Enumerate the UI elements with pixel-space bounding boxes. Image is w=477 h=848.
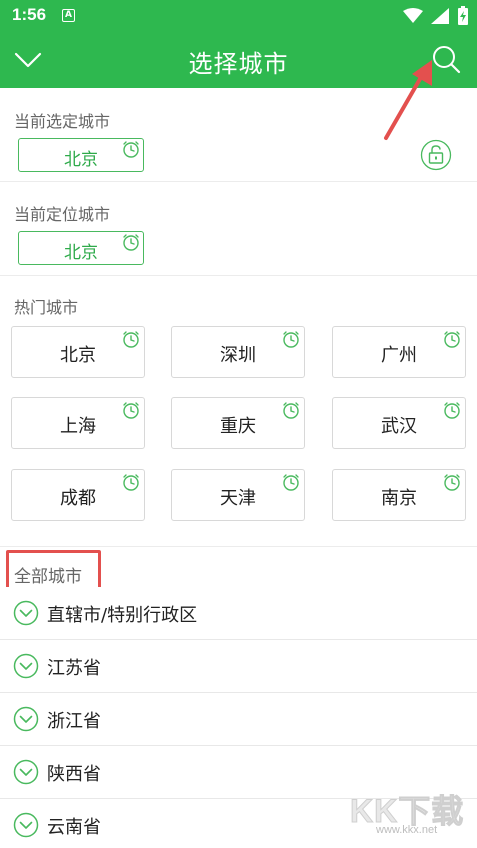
chevron-down-circle-icon [13,706,39,732]
signal-icon [431,8,449,24]
clock-icon [444,331,460,348]
province-name: 浙江省 [47,711,101,732]
clock-icon [123,141,139,158]
clock-icon [123,331,139,348]
hot-city-button[interactable]: 上海 [11,397,145,449]
province-name: 江苏省 [47,658,101,679]
unlock-icon[interactable] [420,139,452,171]
annotation-arrow [384,60,432,140]
hot-city-button[interactable]: 重庆 [171,397,305,449]
province-name: 陕西省 [47,764,101,785]
clock-icon [123,474,139,491]
province-name: 云南省 [47,817,101,838]
all-cities-label: 全部城市 [14,567,82,587]
status-bar: 1:56 A [0,0,477,32]
notification-icon: A [62,9,75,22]
system-icons [403,6,469,26]
battery-charging-icon [458,6,468,25]
chevron-down-circle-icon [13,653,39,679]
hot-city-button[interactable]: 南京 [332,469,466,521]
hot-city-button[interactable]: 天津 [171,469,305,521]
status-time: 1:56 [12,5,47,24]
divider [0,275,477,276]
chevron-down-circle-icon [13,600,39,626]
clock-icon [444,474,460,491]
hot-city-button[interactable]: 广州 [332,326,466,378]
clock-icon [283,474,299,491]
current-location-label: 当前定位城市 [14,205,111,224]
current-location-city-chip[interactable]: 北京 [18,231,144,265]
watermark-logo: KK下载 www.kkx.net [346,786,471,842]
province-row[interactable]: 江苏省 [0,640,477,693]
chevron-down-circle-icon [13,812,39,838]
chevron-down-circle-icon [13,759,39,785]
hot-city-button[interactable]: 深圳 [171,326,305,378]
divider [0,546,477,547]
clock-icon [123,234,139,251]
hot-city-button[interactable]: 成都 [11,469,145,521]
province-name: 直辖市/特别行政区 [47,605,198,626]
clock-icon [123,402,139,419]
province-row[interactable]: 浙江省 [0,693,477,746]
current-selected-label: 当前选定城市 [14,112,111,131]
wifi-icon [403,8,423,23]
watermark-url: www.kkx.net [376,824,438,836]
current-selected-city-chip[interactable]: 北京 [18,138,144,172]
hot-cities-label: 热门城市 [14,298,79,317]
clock-icon [283,402,299,419]
hot-city-button[interactable]: 北京 [11,326,145,378]
province-row[interactable]: 直辖市/特别行政区 [0,587,477,640]
clock-icon [283,331,299,348]
clock-icon [444,402,460,419]
hot-city-button[interactable]: 武汉 [332,397,466,449]
divider [0,181,477,182]
